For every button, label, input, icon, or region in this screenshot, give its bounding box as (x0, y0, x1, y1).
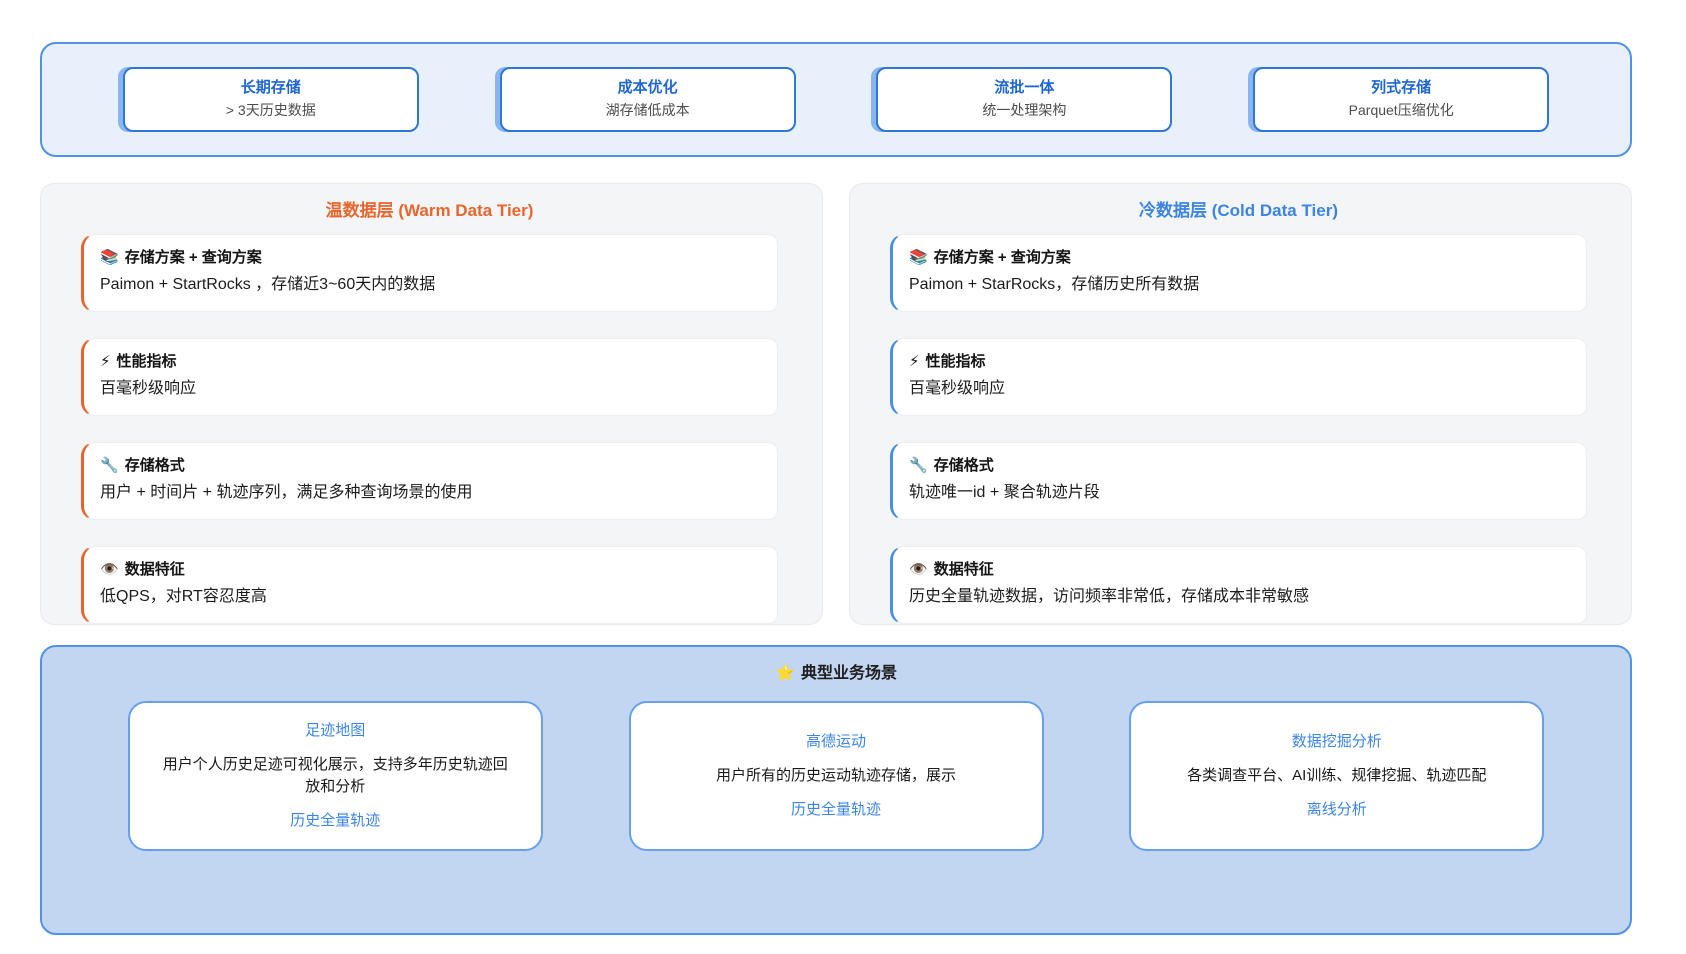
card-title: 存储方案 + 查询方案 (124, 249, 262, 266)
eye-icon: 👁️ (100, 561, 119, 578)
data-tier-panels: 温数据层 (Warm Data Tier) 📚 存储方案 + 查询方案 Paimo… (40, 183, 1641, 625)
card-body: 低QPS，对RT容忍度高 (100, 588, 267, 605)
card-header: ⚡ 性能指标 (909, 349, 1570, 375)
feature-card-stream-batch: 流批一体 统一处理架构 (876, 67, 1173, 132)
warm-tier-title: 温数据层 (Warm Data Tier) (325, 201, 534, 220)
scenario-description: 用户个人历史足迹可视化展示，支持多年历史轨迹回放和分析 (162, 756, 508, 795)
scenario-description: 用户所有的历史运动轨迹存储，展示 (715, 767, 956, 784)
scenarios-title-text: 典型业务场景 (800, 665, 897, 682)
cold-storage-format-card: 🔧 存储格式 轨迹唯一id + 聚合轨迹片段 (890, 442, 1587, 520)
card-body: Paimon + StartRocks ，存储近3~60天内的数据 (100, 276, 436, 293)
card-body: Paimon + StarRocks，存储历史所有数据 (909, 276, 1200, 293)
warm-storage-plan-card: 📚 存储方案 + 查询方案 Paimon + StartRocks ，存储近3~6… (81, 234, 778, 312)
typical-scenarios-panel: ⭐ 典型业务场景 足迹地图 用户个人历史足迹可视化展示，支持多年历史轨迹回放和分析… (40, 645, 1632, 935)
scenario-title: 数据挖掘分析 (1291, 733, 1382, 750)
scenario-title: 足迹地图 (305, 722, 366, 739)
cold-tier-title: 冷数据层 (Cold Data Tier) (1139, 201, 1338, 220)
feature-subtitle: Parquet压缩优化 (1348, 102, 1454, 118)
card-body: 用户 + 时间片 + 轨迹序列，满足多种查询场景的使用 (100, 484, 473, 501)
card-header: 🔧 存储格式 (100, 453, 761, 479)
scenario-description: 各类调查平台、AI训练、规律挖掘、轨迹匹配 (1187, 767, 1487, 784)
cold-performance-card: ⚡ 性能指标 百毫秒级响应 (890, 338, 1587, 416)
warm-performance-card: ⚡ 性能指标 百毫秒级响应 (81, 338, 778, 416)
warm-data-tier-panel: 温数据层 (Warm Data Tier) 📚 存储方案 + 查询方案 Paimo… (40, 183, 823, 625)
feature-title: 成本优化 (617, 79, 678, 96)
scenario-card-amap-sports: 高德运动 用户所有的历史运动轨迹存储，展示 历史全量轨迹 (628, 701, 1044, 851)
card-title: 存储格式 (124, 457, 185, 474)
card-title: 存储格式 (933, 457, 994, 474)
feature-subtitle: > 3天历史数据 (225, 102, 316, 118)
wrench-icon: 🔧 (100, 457, 119, 474)
feature-subtitle: 统一处理架构 (982, 102, 1067, 118)
card-body: 百毫秒级响应 (909, 380, 1006, 397)
scenarios-title: ⭐ 典型业务场景 (42, 661, 1630, 687)
cold-data-traits-card: 👁️ 数据特征 历史全量轨迹数据，访问频率非常低，存储成本非常敏感 (890, 546, 1587, 624)
card-header: ⚡ 性能指标 (100, 349, 761, 375)
feature-title: 流批一体 (994, 79, 1055, 96)
card-title: 性能指标 (116, 353, 177, 370)
feature-title: 列式存储 (1371, 79, 1432, 96)
eye-icon: 👁️ (909, 561, 928, 578)
scenario-tag: 历史全量轨迹 (290, 812, 381, 829)
books-icon: 📚 (100, 249, 119, 266)
warm-storage-format-card: 🔧 存储格式 用户 + 时间片 + 轨迹序列，满足多种查询场景的使用 (81, 442, 778, 520)
scenario-cards: 足迹地图 用户个人历史足迹可视化展示，支持多年历史轨迹回放和分析 历史全量轨迹 … (42, 701, 1630, 851)
cold-data-tier-panel: 冷数据层 (Cold Data Tier) 📚 存储方案 + 查询方案 Paimo… (849, 183, 1632, 625)
card-body: 百毫秒级响应 (100, 380, 197, 397)
card-body: 历史全量轨迹数据，访问频率非常低，存储成本非常敏感 (909, 588, 1310, 605)
card-title: 数据特征 (124, 561, 185, 578)
feature-card-columnar-storage: 列式存储 Parquet压缩优化 (1253, 67, 1550, 132)
card-title: 性能指标 (925, 353, 986, 370)
scenario-tag: 离线分析 (1306, 801, 1367, 818)
lightning-icon: ⚡ (909, 353, 920, 370)
scenario-card-footprint-map: 足迹地图 用户个人历史足迹可视化展示，支持多年历史轨迹回放和分析 历史全量轨迹 (127, 701, 543, 851)
star-icon: ⭐ (775, 665, 795, 682)
feature-banner: 长期存储 > 3天历史数据 成本优化 湖存储低成本 流批一体 统一处理架构 列式… (40, 42, 1632, 157)
scenario-title: 高德运动 (805, 733, 866, 750)
card-header: 👁️ 数据特征 (909, 557, 1570, 583)
scenario-card-data-mining: 数据挖掘分析 各类调查平台、AI训练、规律挖掘、轨迹匹配 离线分析 (1129, 701, 1545, 851)
scenario-tag: 历史全量轨迹 (790, 801, 881, 818)
feature-card-cost-optimization: 成本优化 湖存储低成本 (499, 67, 796, 132)
feature-card-long-term-storage: 长期存储 > 3天历史数据 (122, 67, 419, 132)
card-body: 轨迹唯一id + 聚合轨迹片段 (909, 484, 1100, 501)
feature-subtitle: 湖存储低成本 (605, 102, 690, 118)
card-header: 📚 存储方案 + 查询方案 (100, 245, 761, 271)
feature-title: 长期存储 (240, 79, 301, 96)
books-icon: 📚 (909, 249, 928, 266)
card-title: 数据特征 (933, 561, 994, 578)
warm-data-traits-card: 👁️ 数据特征 低QPS，对RT容忍度高 (81, 546, 778, 624)
wrench-icon: 🔧 (909, 457, 928, 474)
card-header: 📚 存储方案 + 查询方案 (909, 245, 1570, 271)
card-header: 👁️ 数据特征 (100, 557, 761, 583)
cold-storage-plan-card: 📚 存储方案 + 查询方案 Paimon + StarRocks，存储历史所有数据 (890, 234, 1587, 312)
lightning-icon: ⚡ (100, 353, 111, 370)
card-header: 🔧 存储格式 (909, 453, 1570, 479)
card-title: 存储方案 + 查询方案 (933, 249, 1071, 266)
